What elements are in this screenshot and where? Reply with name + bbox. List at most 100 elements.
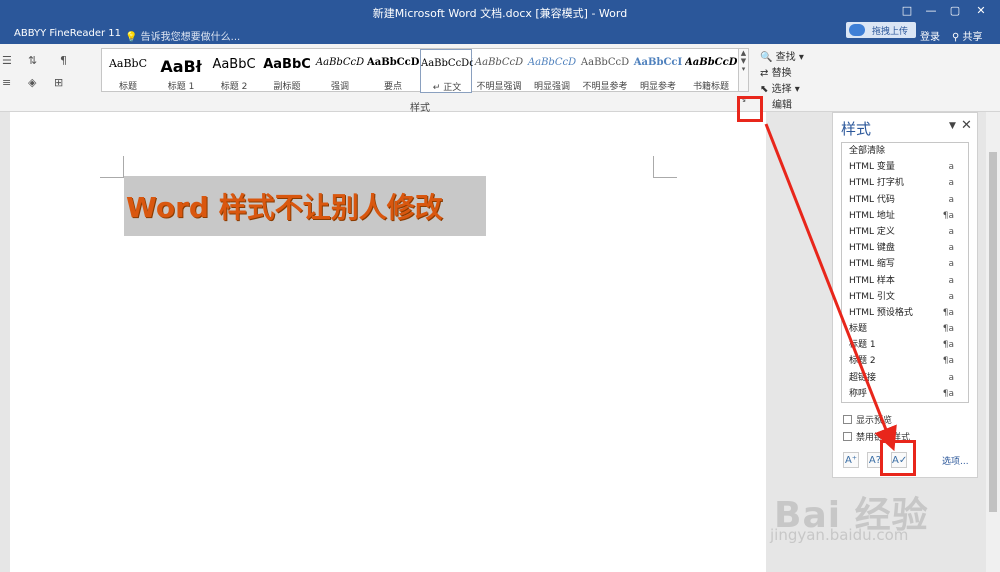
style-gallery-item[interactable]: AaBbC 标题 2 bbox=[208, 49, 260, 93]
edit-group: 🔍 查找 ▾ ⇄ 替换 ⬉ 选择 ▾ 编辑 bbox=[760, 48, 820, 111]
edit-group-label: 编辑 bbox=[772, 100, 792, 111]
baidu-watermark: Bai 经验 jingyan.baidu.com bbox=[770, 484, 1000, 572]
document-area: Word 样式不让别人修改 bbox=[0, 112, 768, 572]
style-gallery-item[interactable]: AaBbC 标题 bbox=[102, 49, 154, 93]
style-list-item[interactable]: HTML 打字机 a bbox=[842, 175, 968, 191]
style-list-item[interactable]: HTML 引文 a bbox=[842, 289, 968, 305]
style-type-icon: ¶a bbox=[942, 324, 954, 335]
style-list-item[interactable]: HTML 预设格式 ¶a bbox=[842, 305, 968, 321]
scrollbar-thumb[interactable] bbox=[989, 152, 997, 512]
close-icon[interactable]: ✕ bbox=[961, 118, 972, 133]
checkbox-icon bbox=[843, 432, 852, 441]
style-list-item[interactable]: HTML 样本 a bbox=[842, 273, 968, 289]
ribbon-display-options-button[interactable]: □ bbox=[896, 2, 918, 20]
checkbox-icon bbox=[843, 415, 852, 424]
tell-me-search[interactable]: 💡 告诉我您想要做什么... bbox=[125, 28, 240, 43]
shading-icon[interactable]: ◈ bbox=[28, 76, 36, 89]
login-link[interactable]: 登录 bbox=[920, 28, 940, 43]
style-list-name: HTML 缩写 bbox=[849, 259, 895, 270]
style-list-name: HTML 定义 bbox=[849, 226, 895, 237]
upload-label: 拖拽上传 bbox=[872, 27, 909, 37]
restore-button[interactable]: ▢ bbox=[944, 2, 966, 20]
style-gallery-item[interactable]: AaBbC 副标题 bbox=[261, 49, 313, 93]
new-style-icon[interactable]: A⁺ bbox=[843, 452, 859, 468]
style-list-name: HTML 预设格式 bbox=[849, 307, 913, 318]
show-marks-icon[interactable]: ¶ bbox=[60, 54, 67, 67]
style-list-item[interactable]: HTML 代码 a bbox=[842, 192, 968, 208]
style-type-icon: a bbox=[948, 194, 954, 205]
style-gallery-item[interactable]: AaBbCcDd ↵ 正文 bbox=[420, 49, 473, 93]
title-bar: 新建Microsoft Word 文档.docx [兼容模式] - Word □… bbox=[0, 0, 1000, 24]
find-label: 查找 bbox=[775, 52, 796, 63]
find-button[interactable]: 🔍 查找 ▾ bbox=[760, 48, 820, 64]
tell-me-label: 告诉我您想要做什么... bbox=[140, 32, 241, 43]
style-list-name: HTML 代码 bbox=[849, 194, 895, 205]
style-sample: AaBbCcD bbox=[474, 57, 524, 68]
align-icon[interactable]: ≡ bbox=[2, 76, 11, 89]
style-gallery-item[interactable]: AaBł 标题 1 bbox=[155, 49, 207, 93]
options-link[interactable]: 选项... bbox=[942, 454, 969, 467]
style-list-item[interactable]: HTML 变量 a bbox=[842, 159, 968, 175]
minimize-button[interactable]: — bbox=[920, 2, 942, 20]
style-list-item[interactable]: 标题 2 ¶a bbox=[842, 353, 968, 369]
style-gallery-item[interactable]: AaBbCcD 要点 bbox=[367, 49, 419, 93]
style-name: 明显参考 bbox=[639, 82, 676, 92]
style-sample: AaBbCcD bbox=[315, 57, 365, 68]
style-list-item[interactable]: 超链接 a bbox=[842, 370, 968, 386]
list-icon[interactable]: ☰ bbox=[2, 54, 12, 67]
style-list-item[interactable]: HTML 缩写 a bbox=[842, 256, 968, 272]
replace-button[interactable]: ⇄ 替换 bbox=[760, 64, 820, 80]
style-name: 书籍标题 bbox=[692, 82, 729, 92]
drag-upload-button[interactable]: 拖拽上传 bbox=[846, 22, 916, 38]
styles-pane-title: 样式 bbox=[841, 120, 872, 138]
replace-label: 替换 bbox=[771, 68, 792, 79]
style-gallery-item[interactable]: AaBbCcD 书籍标题 bbox=[685, 49, 737, 93]
style-list-name: HTML 键盘 bbox=[849, 243, 895, 254]
style-list-item[interactable]: 全部清除 bbox=[842, 143, 968, 159]
window-title: 新建Microsoft Word 文档.docx [兼容模式] - Word bbox=[372, 7, 628, 20]
select-button[interactable]: ⬉ 选择 ▾ bbox=[760, 80, 820, 96]
style-sample: AaBbCcI bbox=[633, 57, 683, 68]
style-name: 不明显强调 bbox=[476, 82, 522, 92]
style-type-icon: ¶a bbox=[942, 340, 954, 351]
style-list-item[interactable]: 标题 ¶a bbox=[842, 321, 968, 337]
style-list-item[interactable]: HTML 地址 ¶a bbox=[842, 208, 968, 224]
chevron-down-icon[interactable]: ▼ bbox=[949, 121, 956, 131]
style-type-icon: ¶a bbox=[942, 210, 954, 221]
close-button[interactable]: ✕ bbox=[970, 2, 992, 20]
style-type-icon: a bbox=[948, 291, 954, 302]
style-list-item[interactable]: 标题 1 ¶a bbox=[842, 337, 968, 353]
style-gallery-item[interactable]: AaBbCcD 明显强调 bbox=[526, 49, 578, 93]
style-list-name: HTML 地址 bbox=[849, 210, 895, 221]
style-list-name: 全部清除 bbox=[849, 146, 886, 156]
style-type-icon: a bbox=[948, 259, 954, 270]
share-button[interactable]: ⚲ 共享 bbox=[952, 28, 983, 43]
style-type-icon: ¶a bbox=[942, 307, 954, 318]
style-list-name: 标题 1 bbox=[849, 340, 876, 351]
style-list-item[interactable]: HTML 键盘 a bbox=[842, 240, 968, 256]
style-name: 标题 1 bbox=[167, 82, 195, 92]
styles-list: 全部清除 HTML 变量 a HTML 打字机 a HTML 代码 a HTML 地址 ¶a HT… bbox=[841, 142, 969, 403]
style-gallery-item[interactable]: AaBbCcD 不明显强调 bbox=[473, 49, 525, 93]
style-sample: AaBbCcD bbox=[527, 57, 577, 68]
margin-corner-mark bbox=[653, 156, 677, 178]
abbyy-tab[interactable]: ABBYY FineReader 11 bbox=[14, 28, 121, 39]
style-type-icon: a bbox=[948, 372, 954, 383]
document-page[interactable]: Word 样式不让别人修改 bbox=[10, 112, 766, 572]
style-list-name: 标题 bbox=[849, 324, 868, 335]
style-list-name: 称呼 bbox=[849, 388, 868, 399]
show-preview-checkbox[interactable]: 显示预览 bbox=[843, 413, 953, 427]
style-gallery-item[interactable]: AaBbCcD 强调 bbox=[314, 49, 366, 93]
cursor-icon: ⬉ bbox=[760, 84, 769, 95]
style-list-item[interactable]: HTML 定义 a bbox=[842, 224, 968, 240]
style-list-name: HTML 变量 bbox=[849, 162, 895, 173]
style-gallery-item[interactable]: AaBbCcD 不明显参考 bbox=[579, 49, 631, 93]
style-list-item[interactable]: 称呼 ¶a bbox=[842, 386, 968, 402]
style-list-name: 标题 2 bbox=[849, 356, 876, 367]
gallery-scroll[interactable]: ▲ ▼ ▾ bbox=[739, 48, 749, 92]
borders-icon[interactable]: ⊞ bbox=[54, 76, 63, 89]
document-heading[interactable]: Word 样式不让别人修改 bbox=[124, 176, 486, 236]
cloud-icon bbox=[849, 24, 865, 36]
sort-icon[interactable]: ⇅ bbox=[28, 54, 37, 67]
style-gallery-item[interactable]: AaBbCcI 明显参考 bbox=[632, 49, 684, 93]
